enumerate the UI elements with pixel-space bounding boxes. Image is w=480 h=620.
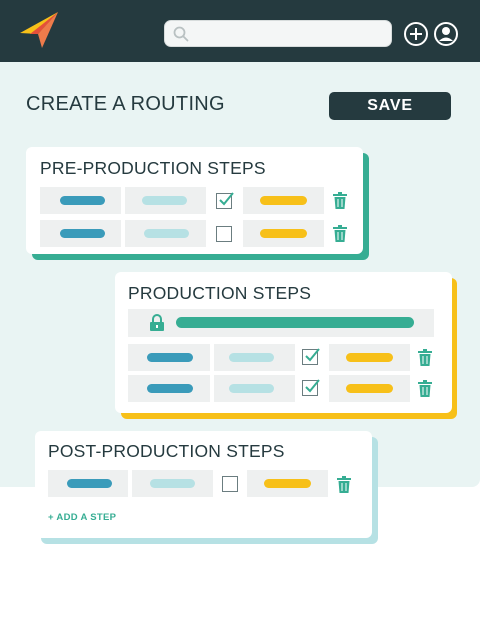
step-field-time[interactable] bbox=[243, 220, 324, 247]
step-checkbox[interactable] bbox=[222, 476, 238, 492]
pre-production-card: PRE-PRODUCTION STEPS bbox=[26, 147, 363, 254]
trash-icon[interactable] bbox=[337, 476, 351, 493]
section-title: PRE-PRODUCTION STEPS bbox=[40, 158, 266, 178]
step-checkbox[interactable] bbox=[216, 226, 232, 242]
paper-plane-logo bbox=[20, 12, 58, 48]
trash-icon[interactable] bbox=[333, 225, 347, 242]
lock-icon bbox=[150, 314, 164, 331]
step-field-time[interactable] bbox=[247, 470, 328, 497]
top-bar bbox=[0, 0, 480, 62]
step-checkbox[interactable] bbox=[302, 379, 320, 396]
step-field-operation[interactable] bbox=[214, 375, 295, 402]
checkmark-icon bbox=[305, 379, 320, 393]
page-title: CREATE A ROUTING bbox=[26, 93, 225, 115]
step-field-operation[interactable] bbox=[214, 344, 295, 371]
trash-icon[interactable] bbox=[333, 192, 347, 209]
add-circle-icon[interactable] bbox=[403, 21, 429, 47]
add-step-link[interactable]: + ADD A STEP bbox=[48, 512, 116, 523]
step-field-resource[interactable] bbox=[48, 470, 128, 497]
user-profile-icon[interactable] bbox=[433, 21, 459, 47]
step-field-operation[interactable] bbox=[132, 470, 213, 497]
step-field-operation[interactable] bbox=[125, 187, 206, 214]
step-field-resource[interactable] bbox=[128, 375, 210, 402]
locked-step-bar bbox=[176, 317, 414, 328]
checkmark-icon bbox=[219, 192, 234, 206]
section-title: PRODUCTION STEPS bbox=[128, 283, 312, 303]
search-icon bbox=[173, 26, 189, 42]
trash-icon[interactable] bbox=[418, 380, 432, 397]
step-field-resource[interactable] bbox=[40, 220, 121, 247]
trash-icon[interactable] bbox=[418, 349, 432, 366]
locked-step bbox=[128, 309, 434, 337]
step-field-resource[interactable] bbox=[128, 344, 210, 371]
checkmark-icon bbox=[305, 348, 320, 362]
step-field-time[interactable] bbox=[329, 344, 410, 371]
step-checkbox[interactable] bbox=[216, 192, 234, 209]
step-field-time[interactable] bbox=[329, 375, 410, 402]
step-field-resource[interactable] bbox=[40, 187, 121, 214]
save-button[interactable]: SAVE bbox=[329, 92, 451, 120]
step-field-operation[interactable] bbox=[125, 220, 206, 247]
step-field-time[interactable] bbox=[243, 187, 324, 214]
search-input[interactable] bbox=[164, 20, 392, 47]
step-checkbox[interactable] bbox=[302, 348, 320, 365]
section-title: POST-PRODUCTION STEPS bbox=[48, 441, 285, 461]
production-card: PRODUCTION STEPS bbox=[115, 272, 452, 413]
